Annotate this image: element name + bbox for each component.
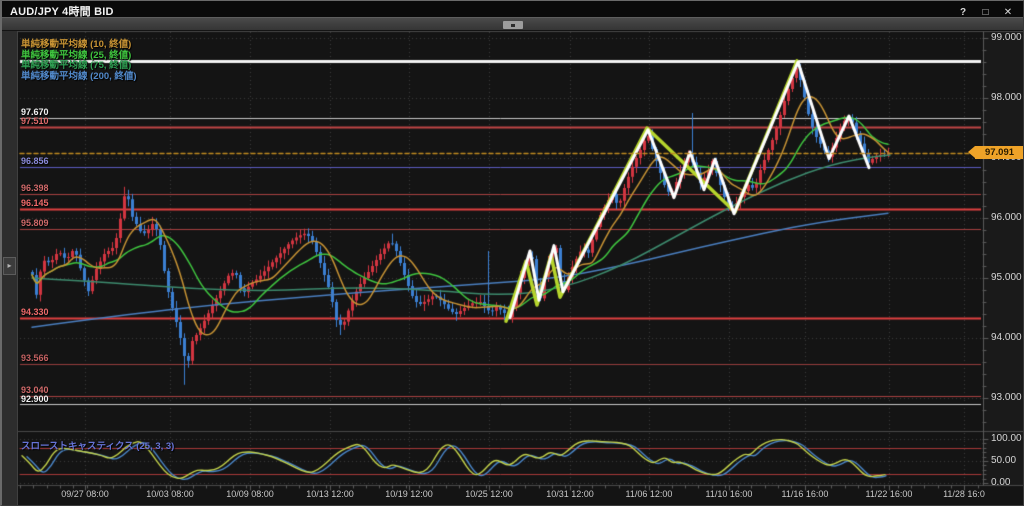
collapse-dot-icon — [511, 24, 515, 27]
sidebar-expand-button[interactable]: ▸ — [3, 257, 16, 275]
title-bar: AUD/JPY 4時間 BID ? □ ✕ — [2, 1, 1023, 17]
toolbar-collapse-button[interactable] — [503, 21, 523, 29]
left-sidebar: ▸ — [2, 31, 18, 506]
toolbar — [2, 17, 1023, 31]
chart-canvas[interactable] — [2, 1, 1024, 506]
app-window: AUD/JPY 4時間 BID ? □ ✕ ▸ 単純移動平均線 (10, 終値)… — [0, 0, 1024, 506]
